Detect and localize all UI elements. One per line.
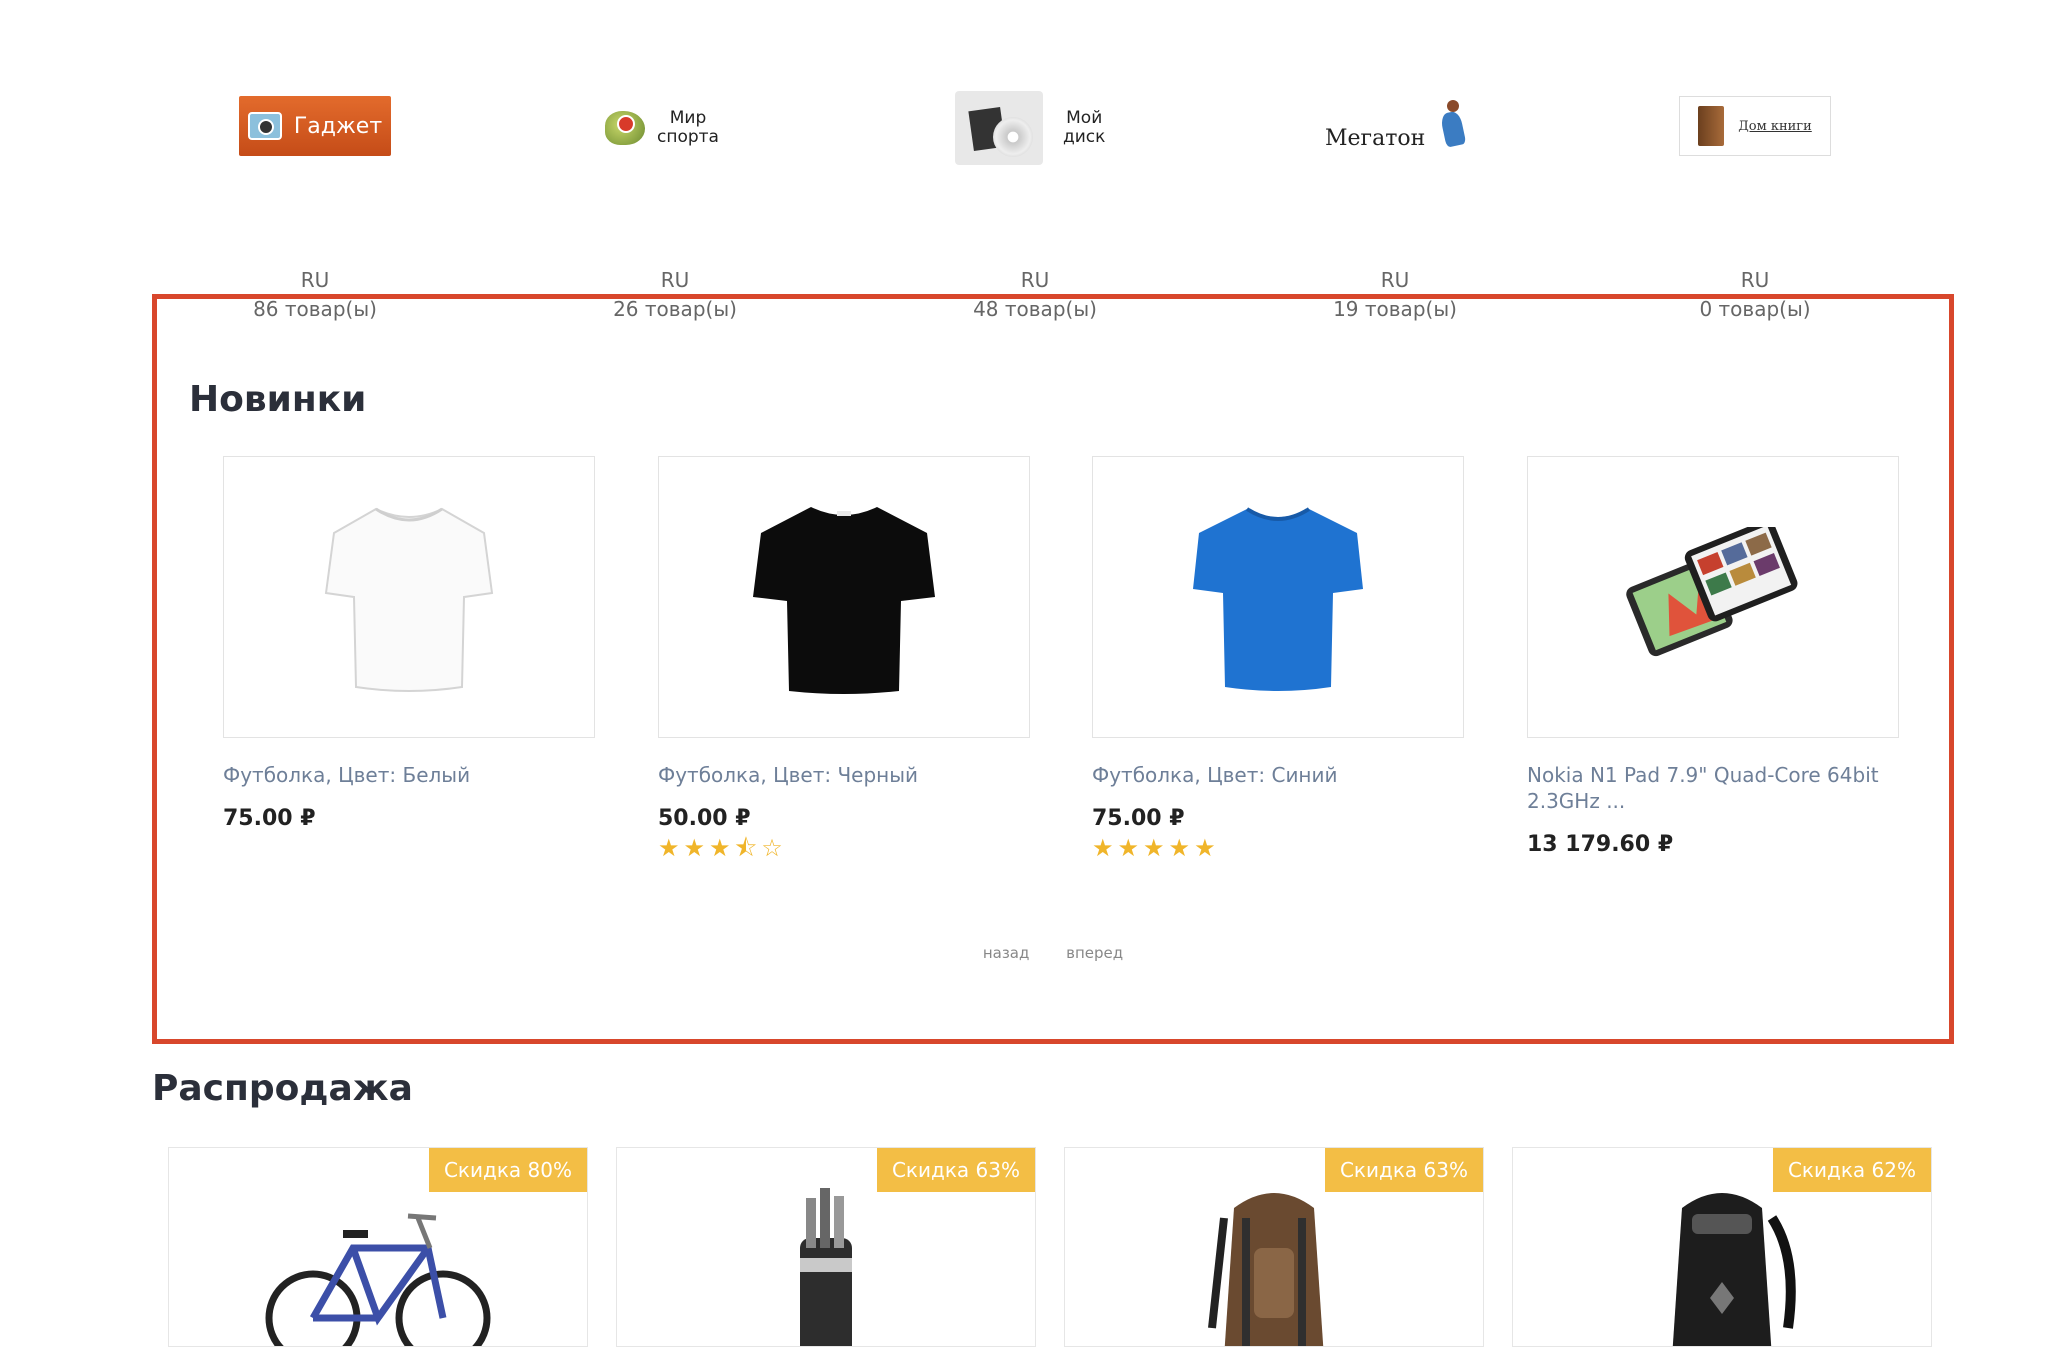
bicycle-icon [265, 1213, 491, 1346]
sale-card[interactable]: Скидка 62% [1512, 1147, 1932, 1347]
shop-region: RU [660, 268, 690, 292]
carousel-pager: назад вперед [157, 944, 1949, 962]
product-price: 50.00 ₽ [658, 806, 751, 831]
sport-emblem-icon [605, 111, 645, 145]
product-image[interactable] [1092, 456, 1464, 738]
shop-logo-text: спорта [657, 127, 719, 147]
shop-logo[interactable]: Мой диск [875, 88, 1195, 168]
tshirt-white-icon [324, 507, 494, 692]
product-name-link[interactable]: Nokia N1 Pad 7.9" Quad-Core 64bit 2.3GHz… [1527, 762, 1899, 814]
book-logo[interactable]: Дом книги [1679, 96, 1831, 156]
product-card[interactable]: Футболка, Цвет: Черный 50.00 ₽ ★★★⯪☆ [658, 456, 1030, 861]
shop-region: RU [300, 268, 330, 292]
shop-logo-text: Гаджет [293, 113, 383, 139]
product-name-link[interactable]: Футболка, Цвет: Черный [658, 762, 1030, 788]
shop-logo-text: Мой [1066, 108, 1103, 128]
backpack-black-icon [1672, 1193, 1796, 1346]
shop-logo-text: диск [1063, 127, 1106, 147]
sale-card[interactable]: Скидка 63% [616, 1147, 1036, 1347]
disk-logo[interactable]: Мой диск [955, 90, 1115, 166]
book-icon [1698, 106, 1725, 146]
product-price: 75.00 ₽ [223, 806, 316, 831]
backpack-brown-icon [1208, 1193, 1324, 1346]
sale-card[interactable]: Скидка 80% [168, 1147, 588, 1347]
megaton-logo[interactable]: Мегатон [1325, 100, 1465, 158]
shop-region: RU [1740, 268, 1770, 292]
product-card[interactable]: Футболка, Цвет: Синий 75.00 ₽ ★★★★★ [1092, 456, 1464, 861]
shop-card-book[interactable]: Дом книги RU 0 товар(ы) [1595, 88, 1915, 324]
product-image[interactable] [658, 456, 1030, 738]
tshirt-black-icon [753, 507, 935, 694]
product-image[interactable] [223, 456, 595, 738]
shop-region: RU [1020, 268, 1050, 292]
pager-next-link[interactable]: вперед [1066, 944, 1123, 962]
tshirt-blue-icon [1193, 507, 1363, 691]
product-price: 75.00 ₽ [1092, 806, 1185, 831]
new-items-section: Новинки Футболка, Цвет: Белый 75.00 ₽ Фу… [152, 294, 1954, 1044]
product-name-link[interactable]: Футболка, Цвет: Синий [1092, 762, 1464, 788]
shop-logo-text: Мир [669, 108, 707, 128]
shop-logo[interactable]: Гаджет [155, 88, 475, 168]
rating-stars: ★★★⯪☆ [658, 834, 787, 862]
product-name-link[interactable]: Футболка, Цвет: Белый [223, 762, 595, 788]
shop-card-disk[interactable]: Мой диск RU 48 товар(ы) [875, 88, 1195, 324]
sale-card[interactable]: Скидка 63% [1064, 1147, 1484, 1347]
figure-icon [1441, 100, 1465, 148]
disc-icon [955, 91, 1043, 165]
shop-card-megaton[interactable]: Мегатон RU 19 товар(ы) [1235, 88, 1555, 324]
shops-row: Гаджет RU 86 товар(ы) Мир спорта RU 26 то… [155, 88, 1930, 321]
shop-logo-text: Мегатон [1325, 126, 1426, 151]
camera-icon [247, 112, 282, 140]
shop-logo[interactable]: Мир спорта [515, 88, 835, 168]
gadget-logo[interactable]: Гаджет [239, 96, 391, 156]
shop-region: RU [1380, 268, 1410, 292]
product-price: 13 179.60 ₽ [1527, 832, 1674, 857]
pager-prev-link[interactable]: назад [983, 944, 1030, 962]
shop-card-gadget[interactable]: Гаджет RU 86 товар(ы) [155, 88, 475, 324]
rating-stars: ★★★★★ [1092, 834, 1220, 862]
discount-badge: Скидка 63% [876, 1148, 1035, 1192]
shop-logo-text: Дом книги [1738, 118, 1812, 134]
product-image[interactable] [1527, 456, 1899, 738]
shop-logo[interactable]: Дом книги [1595, 88, 1915, 168]
golf-bag-icon [800, 1188, 852, 1346]
sport-logo[interactable]: Мир спорта [605, 104, 745, 152]
section-title: Новинки [189, 379, 367, 420]
product-card[interactable]: Nokia N1 Pad 7.9" Quad-Core 64bit 2.3GHz… [1527, 456, 1899, 857]
shop-logo[interactable]: Мегатон [1235, 88, 1555, 168]
section-title: Распродажа [152, 1068, 413, 1109]
product-card[interactable]: Футболка, Цвет: Белый 75.00 ₽ [223, 456, 595, 831]
shop-card-sport[interactable]: Мир спорта RU 26 товар(ы) [515, 88, 835, 324]
tablet-icon [1626, 527, 1798, 657]
